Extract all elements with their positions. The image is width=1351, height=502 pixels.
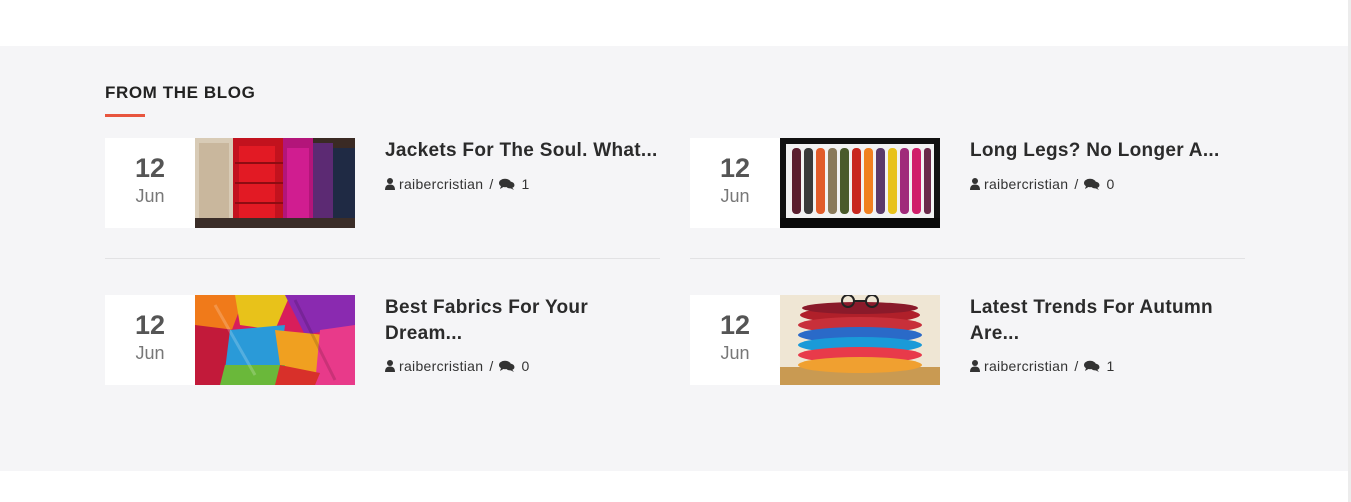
blog-post: 12 Jun Latest Trends For Autumn Are... r… xyxy=(690,295,1245,385)
post-thumbnail[interactable] xyxy=(780,295,940,385)
blog-post: 12 Jun Best Fabrics For Your Dream... ra… xyxy=(105,295,660,385)
author-link[interactable]: raibercristian xyxy=(399,176,483,192)
comment-count[interactable]: 1 xyxy=(1107,358,1115,374)
user-icon xyxy=(970,360,980,372)
post-thumbnail[interactable] xyxy=(195,138,355,228)
date-day: 12 xyxy=(134,153,166,183)
date-day: 12 xyxy=(134,310,166,340)
post-meta: raibercristian / 1 xyxy=(385,176,530,192)
post-meta: raibercristian / 0 xyxy=(385,358,530,374)
date-box: 12 Jun xyxy=(105,138,195,228)
date-month: Jun xyxy=(135,186,165,206)
row-divider xyxy=(105,258,660,259)
comment-count[interactable]: 0 xyxy=(1107,176,1115,192)
date-month: Jun xyxy=(720,343,750,363)
meta-separator: / xyxy=(1074,358,1079,374)
comments-icon xyxy=(1083,360,1100,372)
date-month: Jun xyxy=(135,343,165,363)
user-icon xyxy=(970,178,980,190)
post-title-link[interactable]: Jackets For The Soul. What... xyxy=(385,138,660,164)
user-icon xyxy=(385,178,395,190)
comments-icon xyxy=(498,360,515,372)
date-box: 12 Jun xyxy=(690,295,780,385)
colored-tights-image xyxy=(780,138,940,228)
author-link[interactable]: raibercristian xyxy=(399,358,483,374)
author-link[interactable]: raibercristian xyxy=(984,358,1068,374)
blog-post: 12 Jun Jackets For The Soul. What... rai… xyxy=(105,138,660,228)
post-title-link[interactable]: Best Fabrics For Your Dream... xyxy=(385,295,660,347)
post-thumbnail[interactable] xyxy=(195,295,355,385)
comments-icon xyxy=(498,178,515,190)
meta-separator: / xyxy=(1074,176,1079,192)
date-day: 12 xyxy=(719,310,751,340)
comments-icon xyxy=(1083,178,1100,190)
blog-section: FROM THE BLOG 12 Jun Jackets For The Sou… xyxy=(0,46,1351,471)
meta-separator: / xyxy=(489,176,494,192)
post-meta: raibercristian / 0 xyxy=(970,176,1115,192)
blog-post: 12 Jun Long Legs? No Longer A... raiberc… xyxy=(690,138,1245,228)
comment-count[interactable]: 0 xyxy=(522,358,530,374)
post-thumbnail[interactable] xyxy=(780,138,940,228)
date-box: 12 Jun xyxy=(690,138,780,228)
comment-count[interactable]: 1 xyxy=(522,176,530,192)
section-title: FROM THE BLOG xyxy=(105,83,256,102)
post-meta: raibercristian / 1 xyxy=(970,358,1115,374)
title-underline xyxy=(105,114,145,117)
user-icon xyxy=(385,360,395,372)
colorful-fabrics-image xyxy=(195,295,355,385)
puffer-jackets-image xyxy=(195,138,355,228)
date-day: 12 xyxy=(719,153,751,183)
date-month: Jun xyxy=(720,186,750,206)
stacked-sweaters-image xyxy=(780,295,940,385)
date-box: 12 Jun xyxy=(105,295,195,385)
row-divider xyxy=(690,258,1245,259)
post-title-link[interactable]: Long Legs? No Longer A... xyxy=(970,138,1245,164)
post-title-link[interactable]: Latest Trends For Autumn Are... xyxy=(970,295,1245,347)
meta-separator: / xyxy=(489,358,494,374)
author-link[interactable]: raibercristian xyxy=(984,176,1068,192)
